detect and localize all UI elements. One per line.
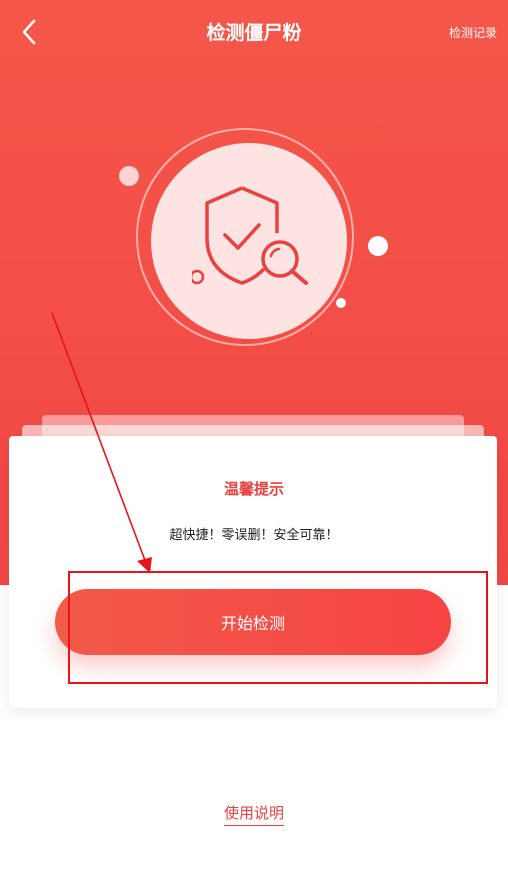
decor-dot — [119, 166, 139, 186]
decor-dot — [368, 236, 388, 256]
tips-card — [9, 436, 497, 708]
decor-dot — [336, 298, 346, 308]
record-link[interactable]: 检测记录 — [449, 24, 497, 41]
tips-title: 温馨提示 — [223, 480, 284, 498]
help-link[interactable]: 使用说明 — [223, 804, 284, 826]
start-detection-button[interactable]: 开始检测 — [55, 589, 451, 655]
page-title: 检测僵尸粉 — [206, 22, 302, 44]
shield-search-icon — [192, 186, 308, 285]
help-link-row: 使用说明 — [0, 802, 508, 826]
tips-message: 超快捷！零误删！安全可靠！ — [169, 528, 339, 543]
